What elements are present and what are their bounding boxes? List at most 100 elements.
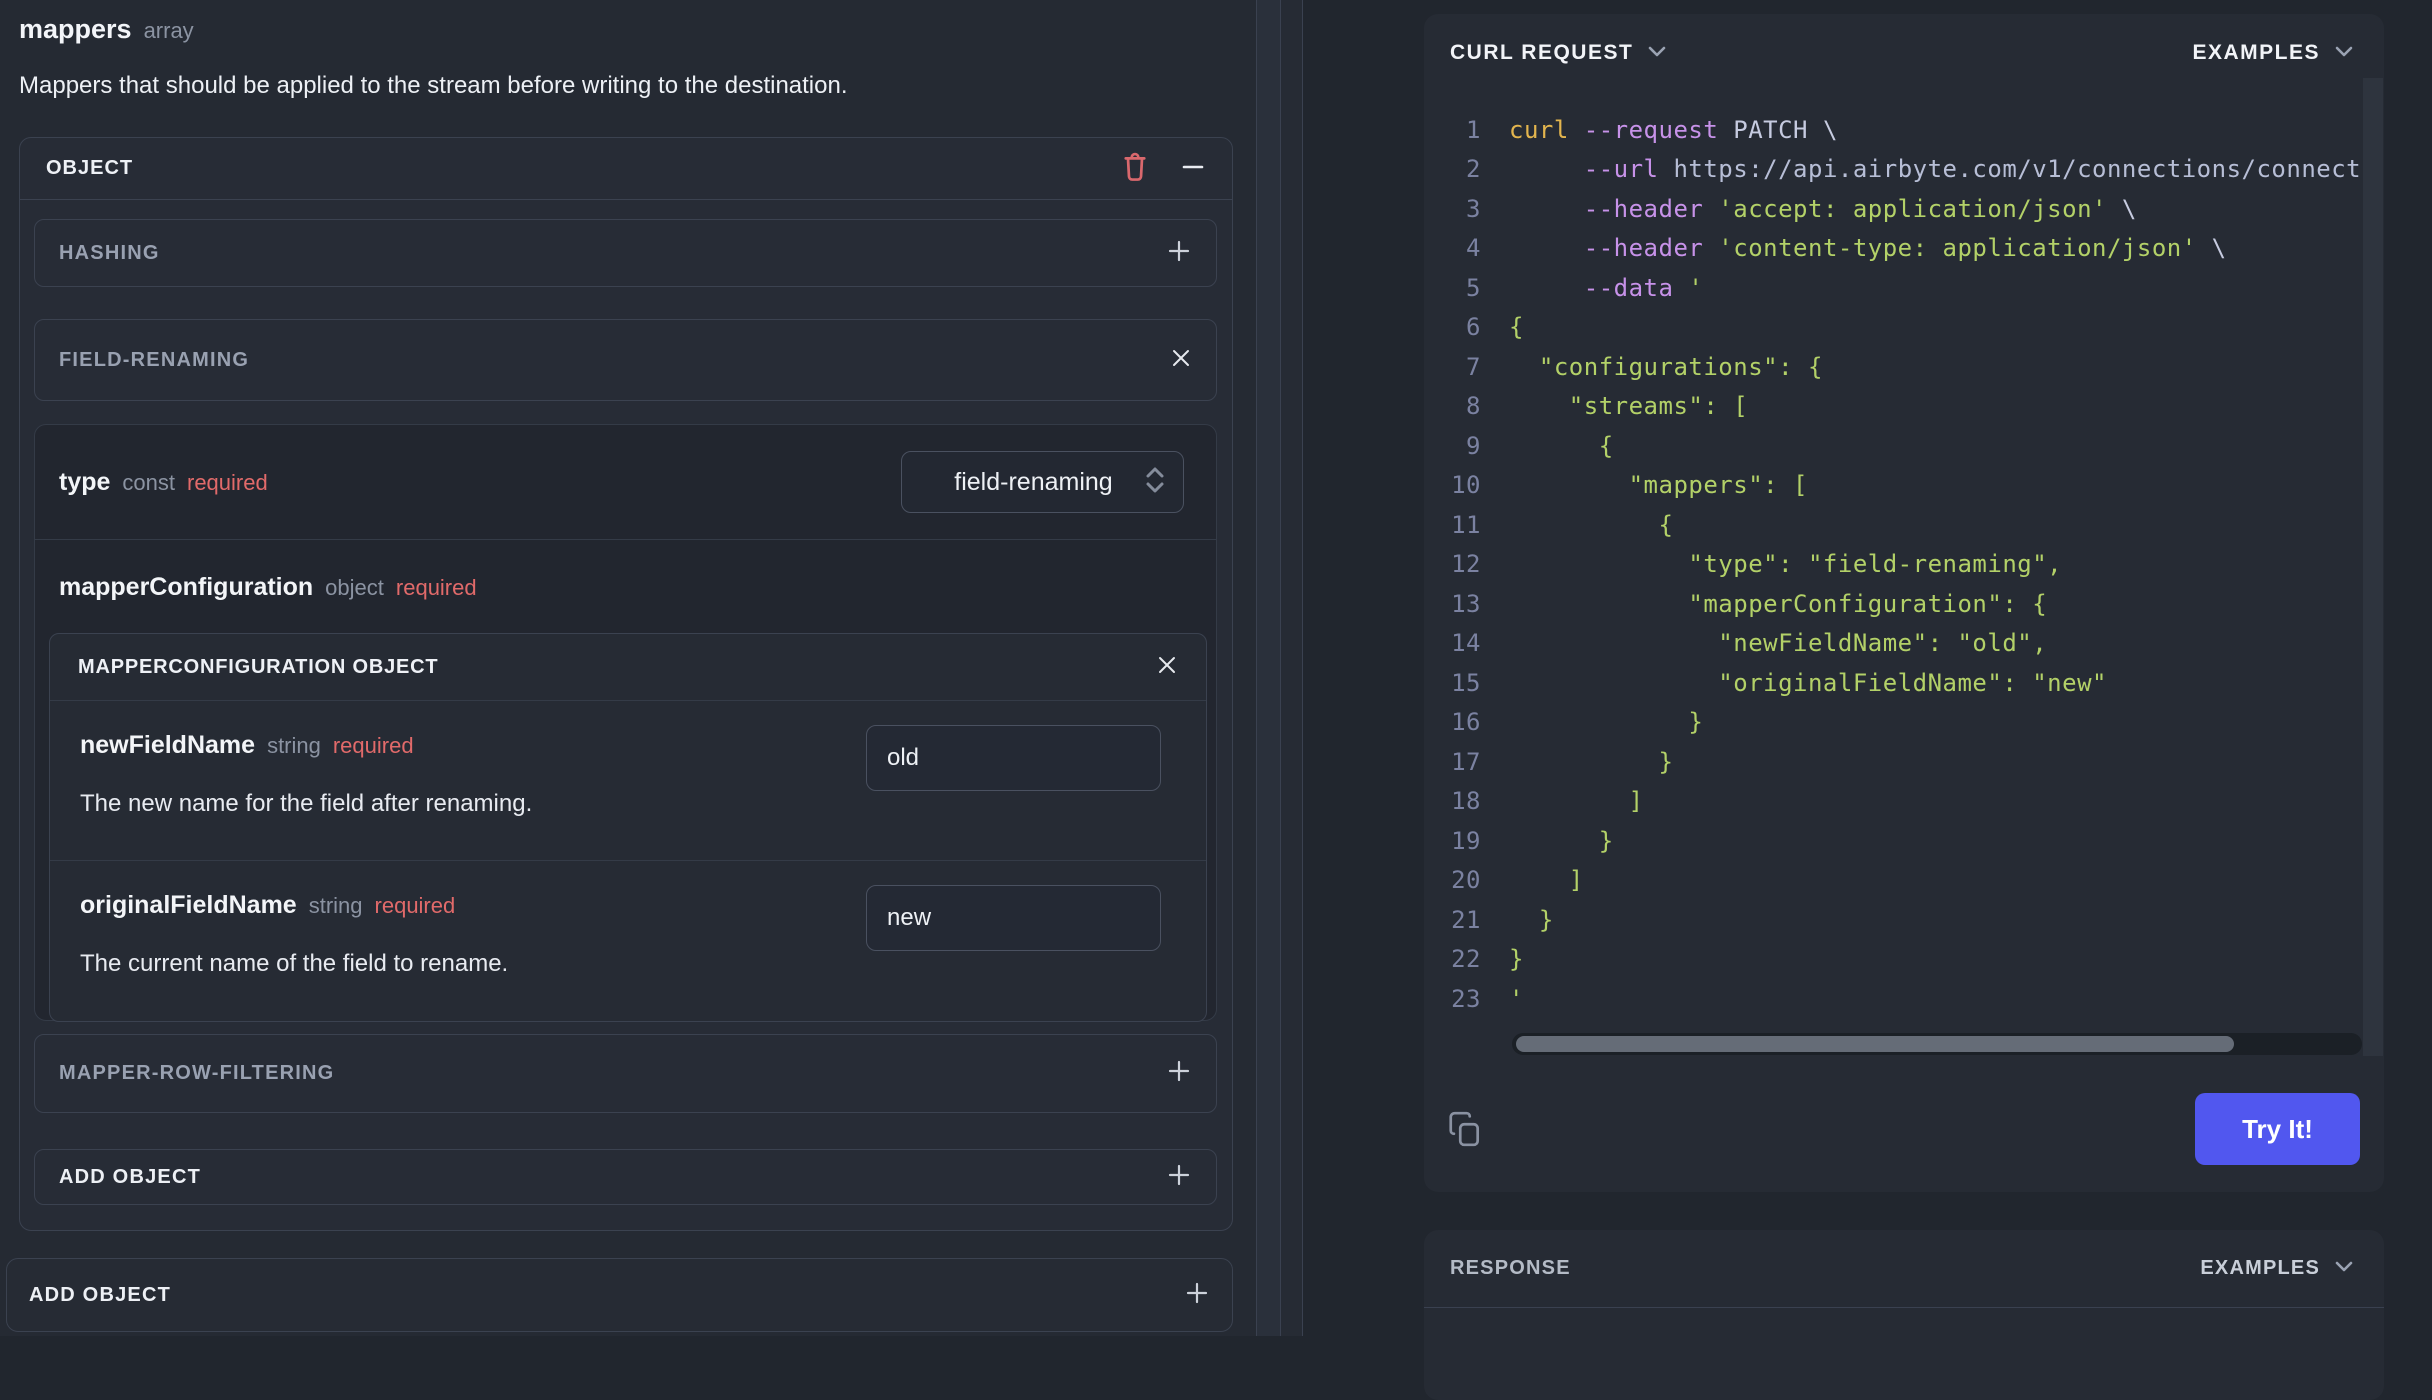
select-stepper-icon [1143, 463, 1167, 502]
response-panel: RESPONSE EXAMPLES [1424, 1230, 2384, 1400]
code-horizontal-scrollbar[interactable] [1512, 1033, 2362, 1055]
add-object-outer-button[interactable] [1184, 1280, 1210, 1311]
section-mapper-row-filtering-label: MAPPER-ROW-FILTERING [59, 1062, 335, 1084]
plus-icon [1184, 1280, 1210, 1311]
add-object-inner-button[interactable] [1166, 1162, 1192, 1193]
chevron-down-icon [1647, 44, 1667, 63]
chevron-down-icon [2334, 44, 2354, 63]
plus-icon [1166, 1058, 1192, 1089]
code-line: 6{ [1466, 313, 1524, 342]
type-row: type const required field-renaming [35, 425, 1216, 540]
object-panel-title: OBJECT [46, 157, 134, 179]
field-type-badge: array [143, 18, 194, 43]
code-line: 10 "mappers": [ [1451, 471, 1808, 500]
response-panel-header: RESPONSE EXAMPLES [1424, 1230, 2384, 1308]
new-field-name-description: The new name for the field after renamin… [80, 790, 533, 817]
object-panel-header: OBJECT [20, 138, 1232, 200]
section-field-renaming[interactable]: FIELD-RENAMING [34, 319, 1217, 401]
code-block[interactable]: 1 curl --request PATCH \ 2 --url https://a… [1424, 110, 2362, 1019]
section-hashing[interactable]: HASHING [34, 219, 1217, 287]
section-field-renaming-label: FIELD-RENAMING [59, 348, 250, 371]
minus-icon [1180, 154, 1206, 183]
new-field-name-input[interactable] [866, 725, 1161, 791]
copy-icon [1446, 1110, 1484, 1151]
type-select[interactable]: field-renaming [901, 451, 1184, 513]
code-line: 3 --header 'accept: application/json' \ [1466, 194, 2137, 223]
curl-request-dropdown[interactable]: CURL REQUEST [1450, 41, 1667, 65]
mapper-configuration-label: mapperConfiguration object required [35, 540, 1216, 602]
code-line: 20 ] [1451, 866, 1584, 895]
mapper-configuration-kind: object [325, 575, 384, 600]
scrollbar-thumb[interactable] [1257, 0, 1281, 1336]
new-field-name-required: required [332, 733, 414, 758]
add-object-inner[interactable]: ADD OBJECT [34, 1149, 1217, 1205]
mapper-configuration-box: MAPPERCONFIGURATION OBJECT newFieldName … [49, 633, 1207, 1022]
code-line: 14 "newFieldName": "old", [1451, 629, 2048, 658]
remove-field-renaming-button[interactable] [1170, 347, 1192, 374]
original-field-name-description: The current name of the field to rename. [80, 950, 509, 977]
add-object-inner-label: ADD OBJECT [59, 1165, 202, 1188]
pane-divider-scrollbar[interactable] [1256, 0, 1303, 1336]
code-line: 7 "configurations": { [1466, 352, 1823, 381]
code-line: 22} [1451, 945, 1524, 974]
add-object-outer-label: ADD OBJECT [29, 1283, 172, 1306]
add-object-outer[interactable]: ADD OBJECT [6, 1258, 1233, 1332]
mapper-configuration-name: mapperConfiguration [59, 573, 314, 601]
code-horizontal-scrollbar-thumb[interactable] [1516, 1036, 2234, 1052]
collapse-object-button[interactable] [1180, 154, 1206, 183]
code-line: 9 { [1466, 431, 1614, 460]
request-pane: CURL REQUEST EXAMPLES 1 curl --request PA… [1303, 0, 2432, 1400]
type-select-value: field-renaming [954, 467, 1113, 496]
section-mapper-row-filtering[interactable]: MAPPER-ROW-FILTERING [34, 1034, 1217, 1113]
new-field-name-row: newFieldName string required The new nam… [50, 701, 1206, 861]
code-line: 11 { [1451, 510, 1674, 539]
response-title: RESPONSE [1450, 1257, 1571, 1279]
response-title-area: RESPONSE [1450, 1257, 1571, 1280]
original-field-name-required: required [374, 893, 456, 918]
curl-request-title: CURL REQUEST [1450, 41, 1634, 64]
code-line: 8 "streams": [ [1466, 392, 1749, 421]
close-icon [1156, 654, 1178, 681]
code-lines: 1 curl --request PATCH \ 2 --url https://a… [1424, 110, 2362, 1019]
chevron-down-icon [2334, 1259, 2354, 1278]
trash-icon [1120, 151, 1150, 186]
try-it-button[interactable]: Try It! [2195, 1093, 2360, 1165]
response-examples-label: EXAMPLES [2200, 1257, 2320, 1279]
original-field-name-kind: string [308, 893, 363, 918]
examples-dropdown[interactable]: EXAMPLES [2192, 41, 2354, 65]
copy-code-button[interactable] [1446, 1110, 1484, 1151]
expand-mapper-row-filtering-button[interactable] [1166, 1058, 1192, 1089]
curl-panel-header: CURL REQUEST EXAMPLES [1424, 14, 2384, 92]
original-field-name-input[interactable] [866, 885, 1161, 951]
code-line: 12 "type": "field-renaming", [1451, 550, 2063, 579]
code-line: 23 ' [1451, 984, 1524, 1013]
code-line: 13 "mapperConfiguration": { [1451, 589, 2048, 618]
plus-icon [1166, 238, 1192, 269]
examples-label: EXAMPLES [2192, 41, 2320, 64]
new-field-name-label: newFieldName [80, 731, 256, 759]
original-field-name-label: originalFieldName [80, 891, 297, 919]
response-examples-dropdown[interactable]: EXAMPLES [2200, 1257, 2354, 1280]
original-field-name-row: originalFieldName string required The cu… [50, 861, 1206, 998]
code-line: 5 --data ' [1466, 273, 1704, 302]
mapper-configuration-required: required [395, 575, 477, 600]
code-line: 17 } [1451, 747, 1674, 776]
close-icon [1170, 347, 1192, 374]
code-vertical-scrollbar[interactable] [2363, 78, 2383, 1056]
object-panel: OBJECT HASHING FIELD-RENAMING type const… [19, 137, 1233, 1231]
field-description: Mappers that should be applied to the st… [19, 72, 848, 99]
close-mapper-configuration-button[interactable] [1156, 654, 1178, 681]
field-name: mappers [19, 14, 132, 44]
expand-hashing-button[interactable] [1166, 238, 1192, 269]
mapper-configuration-box-header: MAPPERCONFIGURATION OBJECT [50, 634, 1206, 701]
type-prop-kind: const [122, 469, 175, 495]
schema-pane: mappers array Mappers that should be app… [0, 0, 1256, 1336]
code-line: 15 "originalFieldName": "new" [1451, 668, 2107, 697]
new-field-name-kind: string [267, 733, 321, 758]
delete-object-button[interactable] [1120, 151, 1150, 186]
section-hashing-label: HASHING [59, 241, 160, 264]
code-line: 2 --url https://api.airbyte.com/v1/conne… [1466, 155, 2362, 184]
code-line: 21 } [1451, 905, 1554, 934]
curl-request-panel: CURL REQUEST EXAMPLES 1 curl --request PA… [1424, 14, 2384, 1192]
code-line: 18 ] [1451, 787, 1644, 816]
